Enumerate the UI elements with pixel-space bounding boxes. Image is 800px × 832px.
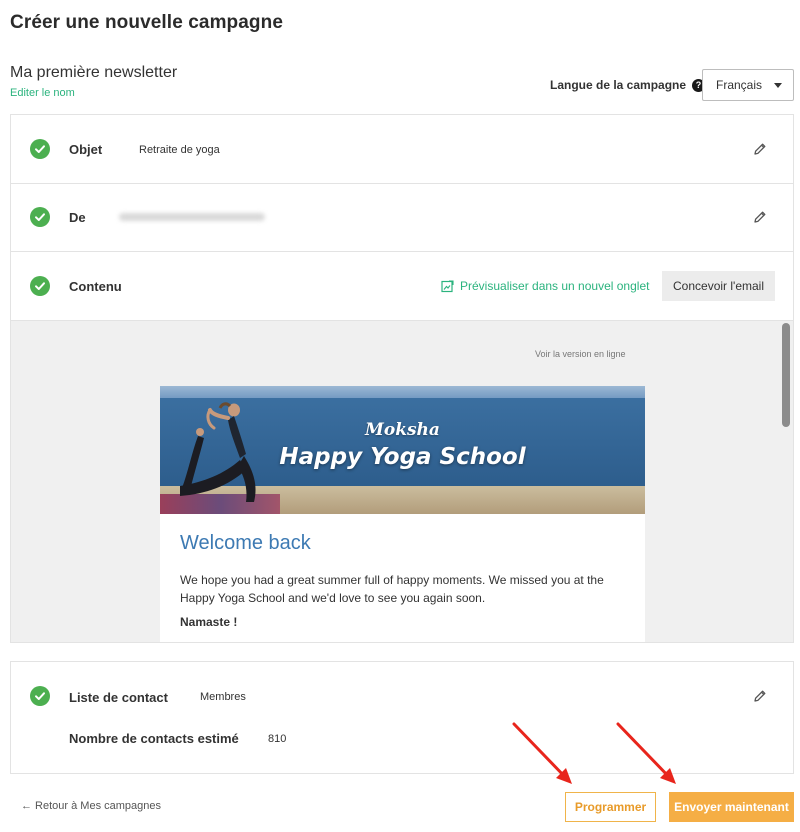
caret-down-icon — [774, 83, 782, 88]
subject-row: Objet Retraite de yoga — [11, 115, 793, 184]
check-icon — [30, 686, 50, 706]
edit-name-link[interactable]: Editer le nom — [10, 87, 75, 99]
pencil-icon[interactable] — [753, 210, 767, 224]
campaign-name: Ma première newsletter — [10, 64, 178, 81]
email-heading: Welcome back — [180, 532, 311, 554]
contact-list-label: Liste de contact — [69, 690, 168, 705]
sender-row: De — [11, 184, 793, 252]
email-banner: Moksha Happy Yoga School — [160, 386, 645, 514]
check-icon — [30, 139, 50, 159]
email-message: We hope you had a great summer full of h… — [180, 573, 604, 605]
sender-email-redacted — [119, 213, 265, 221]
check-icon — [30, 207, 50, 227]
contact-list-value: Membres — [200, 691, 246, 703]
check-icon — [30, 276, 50, 296]
email-preview: Moksha Happy Yoga School Welcome back We… — [160, 386, 645, 642]
estimated-contacts-value: 810 — [268, 733, 287, 745]
campaign-setup-card: Objet Retraite de yoga De Contenu Prévis… — [10, 114, 794, 643]
page-title: Créer une nouvelle campagne — [10, 12, 284, 33]
email-body: Welcome back We hope you had a great sum… — [180, 532, 625, 629]
pencil-icon[interactable] — [753, 142, 767, 156]
schedule-button[interactable]: Programmer — [565, 792, 656, 822]
preview-scrollbar[interactable] — [779, 321, 793, 642]
preview-scrollbar-thumb[interactable] — [782, 323, 790, 427]
email-preview-area[interactable]: Voir la version en ligne Moksha Happy Yo… — [11, 321, 793, 642]
subject-label: Objet — [69, 142, 103, 157]
content-row: Contenu Prévisualiser dans un nouvel ong… — [11, 252, 793, 321]
estimated-contacts-label: Nombre de contacts estimé — [69, 731, 239, 746]
preview-new-tab-link[interactable]: Prévisualiser dans un nouvel onglet — [441, 279, 649, 293]
pencil-icon[interactable] — [753, 689, 767, 703]
language-selected-value: Français — [716, 78, 763, 92]
language-select[interactable]: Français — [702, 69, 794, 101]
view-online-link[interactable]: Voir la version en ligne — [535, 349, 626, 359]
sender-label: De — [69, 210, 86, 225]
language-label-text: Langue de la campagne — [550, 78, 687, 92]
brand-title: Happy Yoga School — [279, 444, 526, 470]
preview-icon — [441, 279, 454, 292]
language-label: Langue de la campagne ? — [550, 78, 706, 92]
content-label: Contenu — [69, 279, 122, 294]
subject-value: Retraite de yoga — [139, 144, 220, 156]
send-now-button[interactable]: Envoyer maintenant — [669, 792, 794, 822]
design-email-button[interactable]: Concevoir l'email — [662, 271, 775, 301]
email-sign-off: Namaste ! — [180, 615, 238, 629]
preview-link-label: Prévisualiser dans un nouvel onglet — [460, 279, 650, 293]
contact-list-card: Liste de contact Membres Nombre de conta… — [10, 661, 794, 774]
brand-subtitle: Moksha — [365, 420, 440, 440]
back-to-campaigns-link[interactable]: ← Retour à Mes campagnes — [21, 800, 161, 812]
